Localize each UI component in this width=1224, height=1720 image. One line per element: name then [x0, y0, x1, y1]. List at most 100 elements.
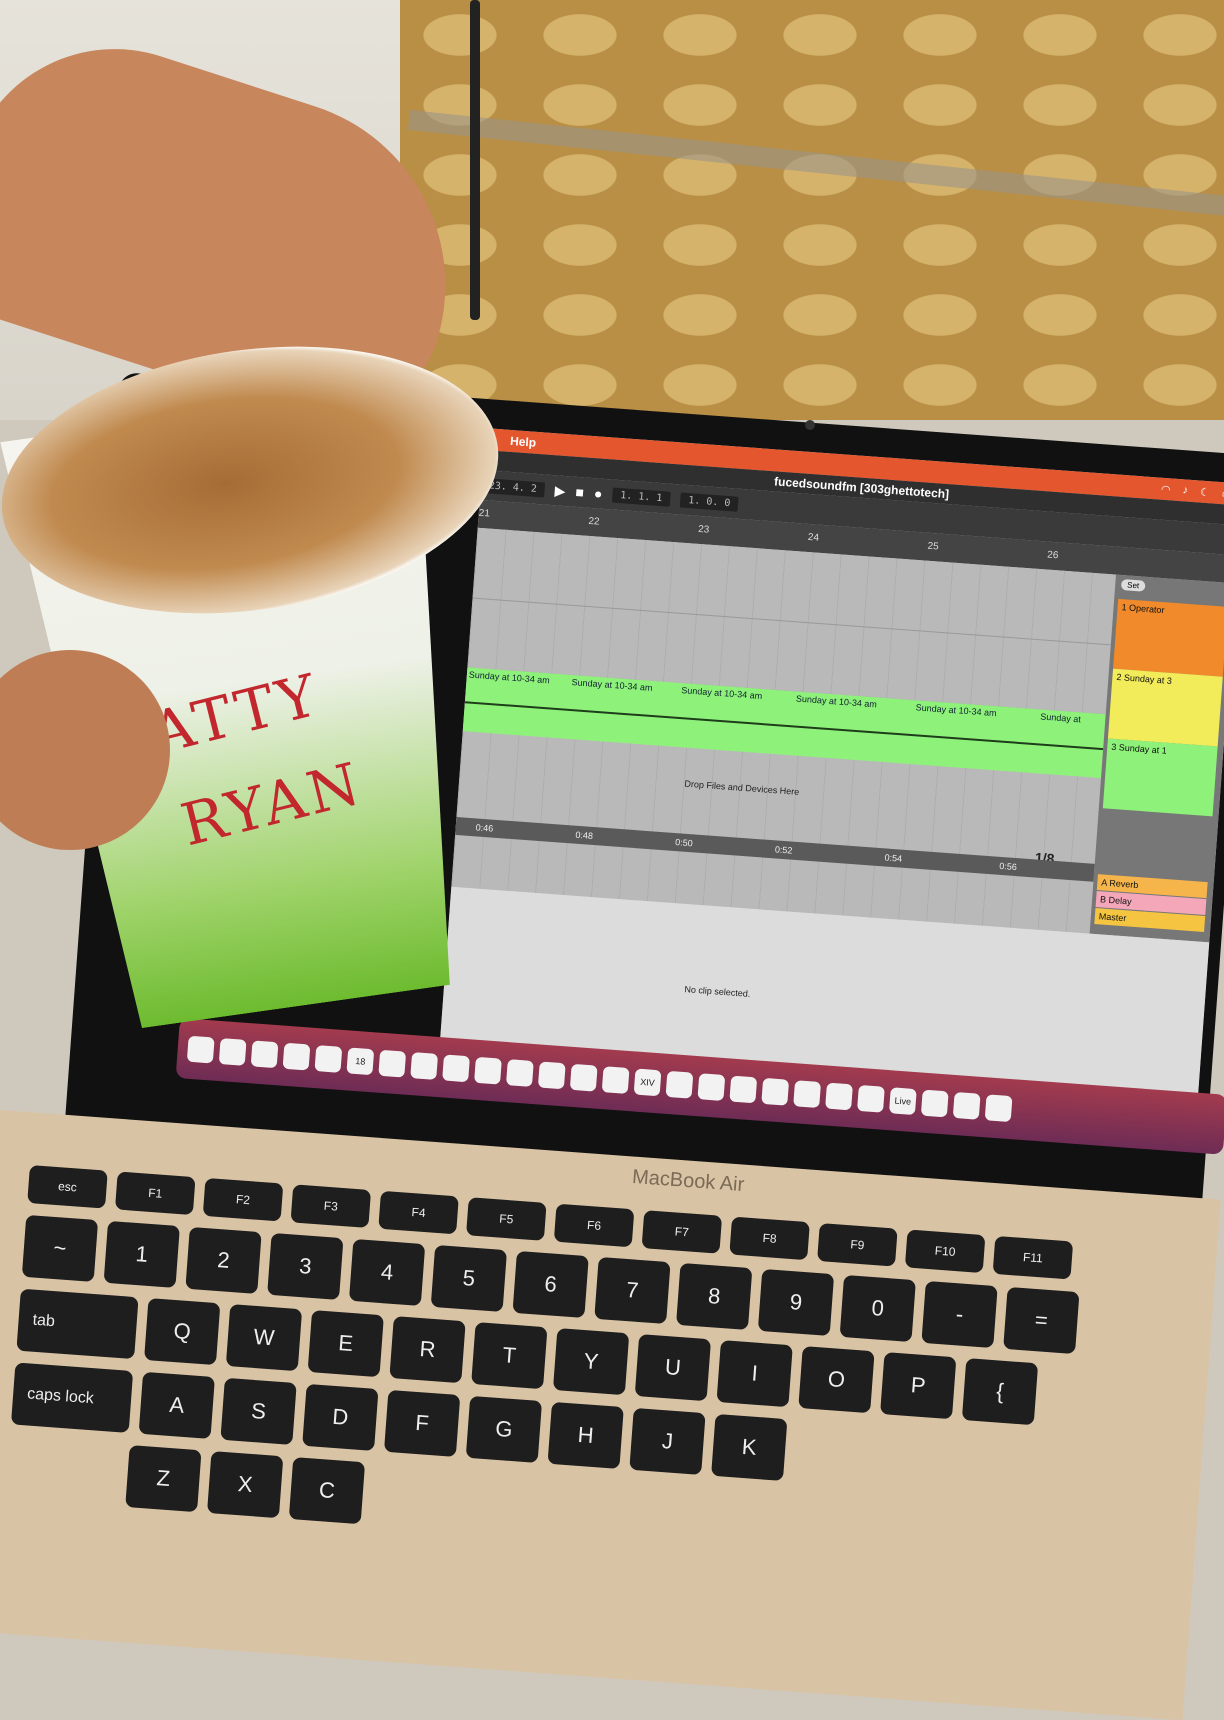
key-e[interactable]: E: [307, 1310, 384, 1378]
key-o[interactable]: O: [798, 1346, 875, 1414]
key-tilde[interactable]: ~: [21, 1214, 99, 1282]
key-c[interactable]: C: [288, 1457, 366, 1525]
obsidian-icon[interactable]: [729, 1075, 758, 1104]
key-1[interactable]: 1: [103, 1220, 180, 1288]
preview-icon[interactable]: [569, 1063, 598, 1092]
patterned-floor: [400, 0, 1224, 420]
key-0[interactable]: 0: [839, 1274, 916, 1343]
camera-icon: [805, 420, 815, 430]
key-3[interactable]: 3: [267, 1232, 344, 1300]
time-ruler[interactable]: 0:46 0:48 0:50 0:52 0:54 0:56: [455, 816, 1095, 882]
ableton-live-icon[interactable]: Live: [888, 1087, 917, 1116]
finder-icon[interactable]: [186, 1035, 215, 1064]
key-w[interactable]: W: [225, 1304, 303, 1372]
spotify-icon[interactable]: [601, 1066, 630, 1094]
key-brace[interactable]: {: [961, 1358, 1039, 1426]
key-k[interactable]: K: [711, 1413, 788, 1481]
clip-label[interactable]: Sunday at 10-34 am: [915, 702, 997, 718]
key-g[interactable]: G: [465, 1395, 543, 1463]
key-t[interactable]: T: [471, 1322, 548, 1390]
record-button[interactable]: ●: [593, 485, 603, 502]
key-f4[interactable]: F4: [378, 1190, 459, 1235]
clip-label[interactable]: Sunday at 10-34 am: [571, 677, 653, 693]
key-a[interactable]: A: [138, 1371, 215, 1439]
volume-icon[interactable]: ♪: [1182, 484, 1188, 497]
clip-label[interactable]: Sunday at 10-34 am: [681, 685, 763, 701]
key-f3[interactable]: F3: [290, 1184, 372, 1228]
calendar-icon[interactable]: 18: [346, 1047, 375, 1076]
key-esc[interactable]: esc: [27, 1165, 108, 1209]
key-minus[interactable]: -: [921, 1280, 998, 1349]
key-u[interactable]: U: [634, 1334, 712, 1402]
key-f10[interactable]: F10: [904, 1229, 986, 1274]
edge-icon[interactable]: [474, 1056, 502, 1085]
signal-icon[interactable]: [825, 1082, 853, 1111]
key-f2[interactable]: F2: [202, 1177, 284, 1222]
key-tab[interactable]: tab: [16, 1288, 139, 1360]
key-6[interactable]: 6: [512, 1250, 589, 1319]
gimp-icon[interactable]: [793, 1080, 822, 1109]
key-equals[interactable]: =: [1003, 1286, 1080, 1355]
fox-icon[interactable]: [920, 1089, 949, 1118]
key-f8[interactable]: F8: [729, 1216, 810, 1261]
moon-icon[interactable]: ☾: [1200, 485, 1211, 499]
track-header-sunday-3[interactable]: 2 Sunday at 3: [1107, 668, 1223, 747]
key-d[interactable]: D: [302, 1383, 379, 1451]
arrangement-view[interactable]: Sunday at 10-34 am Sunday at 10-34 am Su…: [451, 527, 1116, 934]
time-label: 0:48: [575, 829, 594, 841]
set-button[interactable]: Set: [1120, 579, 1146, 592]
clip-label[interactable]: Sunday at 10-34 am: [796, 694, 878, 710]
bar-label: 23: [697, 523, 710, 536]
key-4[interactable]: 4: [348, 1238, 426, 1306]
mail-icon[interactable]: [282, 1042, 311, 1071]
key-f5[interactable]: F5: [466, 1197, 547, 1241]
time-label: 0:50: [674, 837, 694, 849]
key-f1[interactable]: F1: [114, 1171, 196, 1216]
key-f7[interactable]: F7: [641, 1210, 723, 1254]
time-label: 0:54: [884, 852, 903, 864]
key-f11[interactable]: F11: [992, 1235, 1074, 1280]
launchpad-icon[interactable]: [250, 1040, 279, 1069]
key-x[interactable]: X: [206, 1451, 284, 1519]
key-f6[interactable]: F6: [553, 1203, 635, 1248]
disk-icon[interactable]: [952, 1091, 981, 1120]
brave-icon[interactable]: [218, 1038, 247, 1066]
key-h[interactable]: H: [547, 1401, 624, 1469]
pen-icon[interactable]: [857, 1084, 885, 1113]
track-header-sunday-1[interactable]: 3 Sunday at 1: [1102, 738, 1218, 817]
notes-icon[interactable]: [442, 1054, 470, 1083]
firefox-icon[interactable]: [761, 1077, 790, 1106]
loop-length[interactable]: 1. 0. 0: [679, 492, 739, 512]
settings-icon[interactable]: [537, 1061, 566, 1090]
key-r[interactable]: R: [389, 1316, 466, 1384]
key-z[interactable]: Z: [125, 1445, 202, 1513]
key-i[interactable]: I: [716, 1340, 793, 1408]
clip-label[interactable]: Sunday at: [1040, 711, 1081, 724]
key-f[interactable]: F: [383, 1389, 461, 1457]
key-p[interactable]: P: [880, 1352, 957, 1420]
key-caps-lock[interactable]: caps lock: [10, 1362, 134, 1433]
key-5[interactable]: 5: [430, 1244, 508, 1312]
contacts-icon[interactable]: [378, 1049, 407, 1078]
ffxiv-icon[interactable]: XIV: [633, 1068, 662, 1097]
key-q[interactable]: Q: [144, 1298, 221, 1366]
key-7[interactable]: 7: [594, 1256, 671, 1325]
key-f9[interactable]: F9: [817, 1223, 898, 1267]
app-store-icon[interactable]: [505, 1059, 534, 1087]
stop-button[interactable]: ■: [575, 484, 585, 501]
reminders-icon[interactable]: [410, 1052, 439, 1080]
photos-icon[interactable]: [314, 1045, 343, 1073]
key-s[interactable]: S: [220, 1377, 297, 1445]
key-j[interactable]: J: [629, 1407, 706, 1475]
terminal-icon[interactable]: [665, 1070, 694, 1099]
play-button[interactable]: ▶: [554, 482, 566, 500]
wifi-icon[interactable]: ◠: [1161, 482, 1172, 496]
key-2[interactable]: 2: [185, 1226, 262, 1294]
loop-start[interactable]: 1. 1. 1: [611, 487, 671, 507]
key-8[interactable]: 8: [676, 1262, 753, 1331]
folder-icon[interactable]: [984, 1094, 1013, 1123]
key-9[interactable]: 9: [757, 1268, 835, 1337]
track-header-operator[interactable]: 1 Operator: [1113, 598, 1224, 677]
screen-icon[interactable]: [697, 1073, 726, 1102]
key-y[interactable]: Y: [552, 1328, 630, 1396]
